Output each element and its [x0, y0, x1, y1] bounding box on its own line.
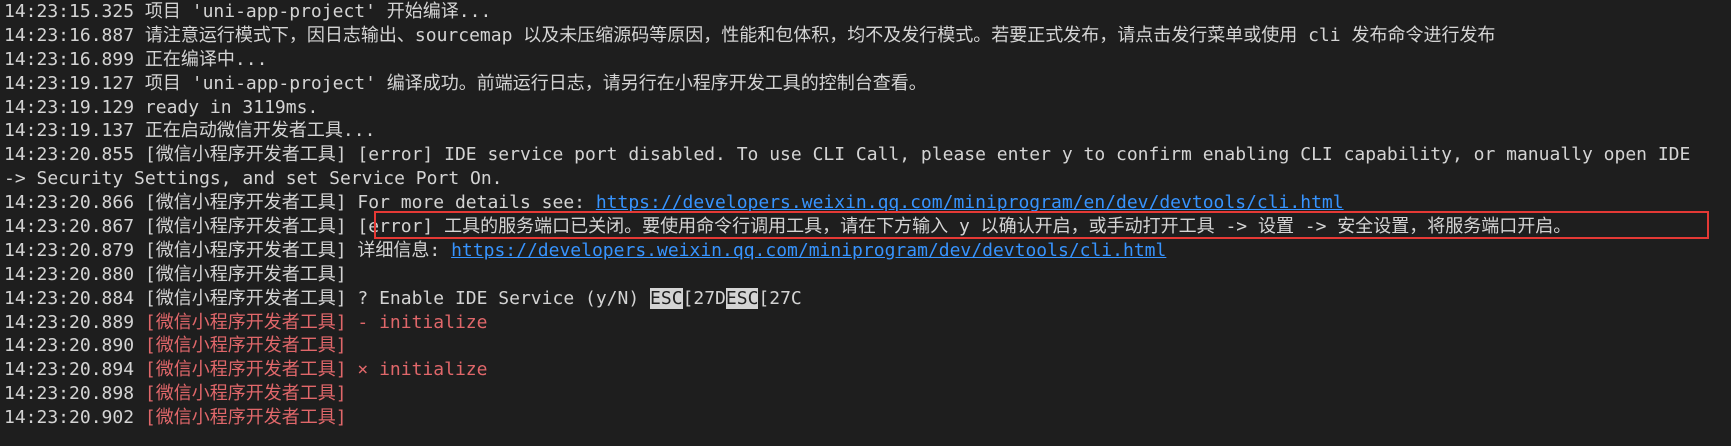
source-tag: [微信小程序开发者工具]	[144, 335, 347, 357]
log-line: 14:23:19.137 正在启动微信开发者工具...	[0, 119, 1731, 143]
timestamp: 14:23:19.127	[4, 72, 135, 94]
log-line: 14:23:19.129 ready in 3119ms.	[0, 96, 1731, 120]
log-line-error: 14:23:20.898 [微信小程序开发者工具]	[0, 382, 1731, 406]
log-message: -> Security Settings, and set Service Po…	[4, 168, 503, 190]
log-message: 正在启动微信开发者工具...	[144, 120, 376, 142]
log-message: 项目 'uni-app-project' 编译成功。前端运行日志，请另行在小程序…	[144, 72, 927, 94]
timestamp: 14:23:20.894	[4, 359, 135, 381]
timestamp: 14:23:19.137	[4, 120, 135, 142]
docs-link[interactable]: https://developers.weixin.qq.com/minipro…	[451, 240, 1166, 261]
source-tag: [微信小程序开发者工具]	[144, 239, 347, 261]
timestamp: 14:23:20.902	[4, 407, 135, 429]
console-output[interactable]: 14:23:15.325 项目 'uni-app-project' 开始编译..…	[0, 0, 1731, 446]
source-tag: [微信小程序开发者工具]	[144, 263, 347, 285]
log-line-error: 14:23:20.902 [微信小程序开发者工具]	[0, 406, 1731, 430]
timestamp: 14:23:20.866	[4, 192, 135, 214]
log-message: 正在编译中...	[144, 48, 268, 70]
timestamp: 14:23:16.887	[4, 24, 135, 46]
source-tag: [微信小程序开发者工具]	[144, 311, 347, 333]
log-line: 14:23:20.866 [微信小程序开发者工具] For more detai…	[0, 191, 1731, 215]
source-tag: [微信小程序开发者工具]	[144, 216, 347, 238]
source-tag: [微信小程序开发者工具]	[144, 192, 347, 214]
log-line: 14:23:16.887 请注意运行模式下，因日志输出、sourcemap 以及…	[0, 24, 1731, 48]
source-tag: [微信小程序开发者工具]	[144, 383, 347, 405]
source-tag: [微信小程序开发者工具]	[144, 407, 347, 429]
source-tag: [微信小程序开发者工具]	[144, 287, 347, 309]
log-message: 详细信息:	[346, 239, 452, 261]
log-message: ready in 3119ms.	[144, 96, 319, 118]
timestamp: 14:23:20.867	[4, 216, 135, 238]
timestamp: 14:23:20.889	[4, 311, 135, 333]
timestamp: 14:23:20.884	[4, 287, 135, 309]
log-line: 14:23:15.325 项目 'uni-app-project' 开始编译..…	[0, 0, 1731, 24]
log-line: 14:23:20.880 [微信小程序开发者工具]	[0, 263, 1731, 287]
log-message: For more details see:	[346, 192, 596, 214]
timestamp: 14:23:20.880	[4, 263, 135, 285]
log-line-prompt: 14:23:20.884 [微信小程序开发者工具] ? Enable IDE S…	[0, 287, 1731, 311]
log-message: - initialize	[346, 311, 488, 333]
log-line: 14:23:20.855 [微信小程序开发者工具] [error] IDE se…	[0, 143, 1731, 167]
prompt-text: ? Enable IDE Service (y/N)	[346, 287, 651, 309]
log-message: 项目 'uni-app-project' 开始编译...	[144, 1, 492, 22]
log-line: 14:23:19.127 项目 'uni-app-project' 编译成功。前…	[0, 72, 1731, 96]
escape-glyph: ESC	[725, 287, 759, 309]
timestamp: 14:23:20.898	[4, 383, 135, 405]
log-line: 14:23:20.879 [微信小程序开发者工具] 详细信息: https://…	[0, 239, 1731, 263]
log-message: [error] 工具的服务端口已关闭。要使用命令行调用工具，请在下方输入 y 以…	[346, 216, 1572, 238]
docs-link[interactable]: https://developers.weixin.qq.com/minipro…	[596, 192, 1344, 213]
escape-sequence: [27D	[682, 287, 726, 309]
log-message: 请注意运行模式下，因日志输出、sourcemap 以及未压缩源码等原因，性能和包…	[144, 24, 1496, 46]
timestamp: 14:23:15.325	[4, 1, 135, 22]
escape-sequence: [27C	[758, 287, 802, 309]
log-message: × initialize	[346, 359, 488, 381]
timestamp: 14:23:20.890	[4, 335, 135, 357]
log-line: 14:23:16.899 正在编译中...	[0, 48, 1731, 72]
timestamp: 14:23:19.129	[4, 96, 135, 118]
log-line-error-highlighted: 14:23:20.867 [微信小程序开发者工具] [error] 工具的服务端…	[0, 215, 1731, 239]
timestamp: 14:23:16.899	[4, 48, 135, 70]
log-line-error: 14:23:20.889 [微信小程序开发者工具] - initialize	[0, 311, 1731, 335]
escape-glyph: ESC	[650, 287, 683, 309]
log-message: [error] IDE service port disabled. To us…	[346, 144, 1691, 166]
timestamp: 14:23:20.855	[4, 144, 135, 166]
log-line-continuation: -> Security Settings, and set Service Po…	[0, 167, 1731, 191]
timestamp: 14:23:20.879	[4, 239, 135, 261]
log-line-error: 14:23:20.890 [微信小程序开发者工具]	[0, 334, 1731, 358]
source-tag: [微信小程序开发者工具]	[144, 359, 347, 381]
log-line-error: 14:23:20.894 [微信小程序开发者工具] × initialize	[0, 358, 1731, 382]
source-tag: [微信小程序开发者工具]	[144, 144, 347, 166]
